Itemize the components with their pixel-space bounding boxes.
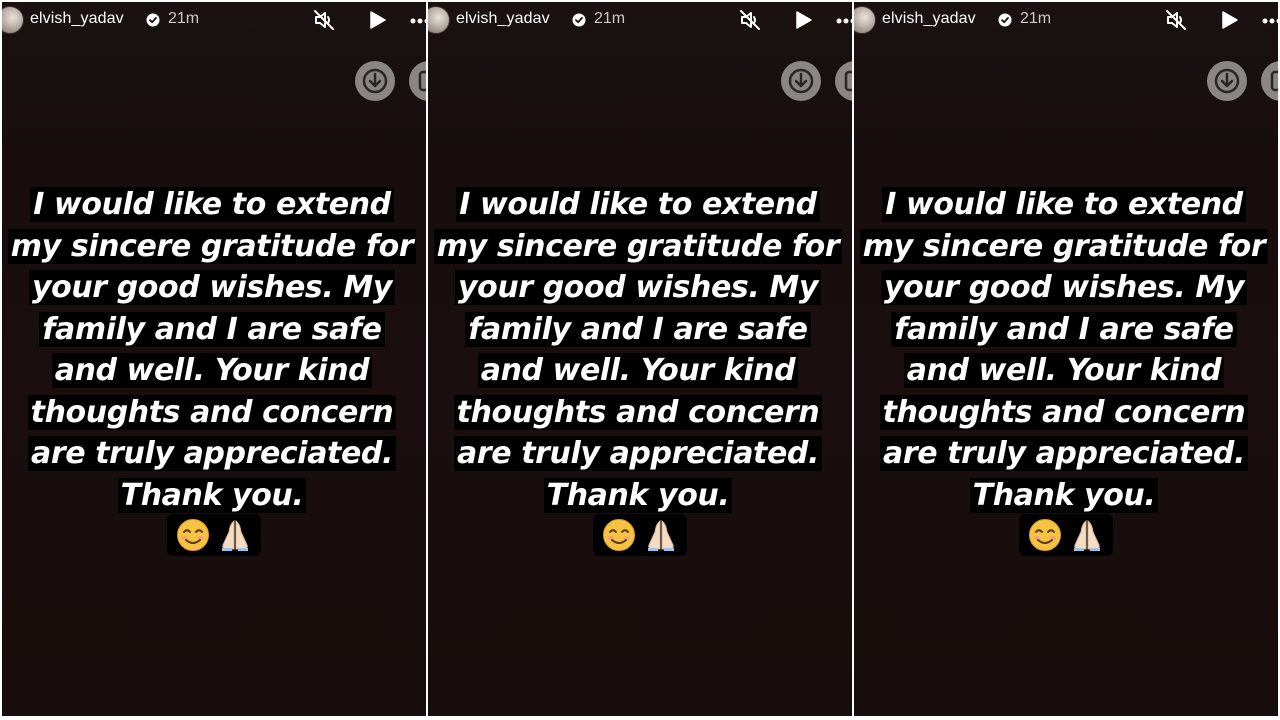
folded-hands-emoji bbox=[647, 519, 674, 551]
story-panel-1: elvish_yadav 21m I would like to extend … bbox=[2, 2, 426, 716]
story-line: are truly appreciated. bbox=[27, 436, 396, 471]
download-icon bbox=[1214, 68, 1240, 94]
story-header: elvish_yadav 21m bbox=[2, 2, 426, 42]
verified-badge-icon bbox=[146, 13, 160, 27]
avatar[interactable] bbox=[854, 6, 876, 34]
story-line: I would like to extend bbox=[882, 187, 1246, 222]
timestamp: 21m bbox=[168, 10, 200, 27]
muted-speaker-icon[interactable] bbox=[738, 8, 762, 32]
smiling-face-emoji bbox=[603, 519, 636, 551]
story-line: family and I are safe bbox=[891, 311, 1237, 347]
story-line: family and I are safe bbox=[39, 311, 385, 347]
play-icon[interactable] bbox=[1218, 9, 1240, 31]
action-button[interactable] bbox=[409, 61, 426, 101]
play-icon[interactable] bbox=[792, 9, 814, 31]
more-options-icon[interactable] bbox=[410, 18, 426, 24]
action-icon bbox=[418, 70, 426, 92]
more-options-icon[interactable] bbox=[836, 18, 852, 24]
action-icon bbox=[844, 70, 852, 92]
story-line: and well. Your kind bbox=[477, 353, 799, 388]
username[interactable]: elvish_yadav bbox=[30, 10, 124, 28]
story-line: my sincere gratitude for bbox=[7, 228, 417, 264]
story-panel-2: elvish_yadav 21m I would like to extend … bbox=[428, 2, 852, 716]
emoji-row bbox=[854, 514, 1278, 556]
username[interactable]: elvish_yadav bbox=[882, 10, 976, 28]
smiling-face-emoji bbox=[1029, 519, 1062, 551]
story-line: your good wishes. My bbox=[880, 270, 1248, 305]
action-button[interactable] bbox=[835, 61, 852, 101]
story-line: are truly appreciated. bbox=[453, 436, 822, 471]
story-line: Thank you. bbox=[117, 477, 307, 513]
download-button[interactable] bbox=[355, 61, 395, 101]
muted-speaker-icon[interactable] bbox=[312, 8, 336, 32]
timestamp: 21m bbox=[1020, 10, 1052, 27]
story-line: I would like to extend bbox=[456, 187, 820, 222]
story-line: Thank you. bbox=[543, 477, 733, 513]
avatar[interactable] bbox=[2, 6, 24, 34]
folded-hands-emoji bbox=[221, 519, 248, 551]
story-collage: elvish_yadav 21m I would like to extend … bbox=[0, 0, 1280, 720]
username[interactable]: elvish_yadav bbox=[456, 10, 550, 28]
timestamp: 21m bbox=[594, 10, 626, 27]
action-button[interactable] bbox=[1261, 61, 1278, 101]
story-line: my sincere gratitude for bbox=[859, 228, 1269, 264]
play-icon[interactable] bbox=[366, 9, 388, 31]
download-icon bbox=[788, 68, 814, 94]
story-line: your good wishes. My bbox=[28, 270, 396, 305]
story-line: are truly appreciated. bbox=[879, 436, 1248, 471]
story-line: and well. Your kind bbox=[51, 353, 373, 388]
story-message: I would like to extend my sincere gratit… bbox=[854, 184, 1278, 516]
story-line: I would like to extend bbox=[30, 187, 394, 222]
story-line: my sincere gratitude for bbox=[433, 228, 843, 264]
story-line: thoughts and concern bbox=[27, 394, 397, 430]
avatar[interactable] bbox=[428, 6, 450, 34]
smiling-face-emoji bbox=[177, 519, 210, 551]
story-line: thoughts and concern bbox=[879, 394, 1249, 430]
verified-badge-icon bbox=[572, 13, 586, 27]
story-line: thoughts and concern bbox=[453, 394, 823, 430]
story-message: I would like to extend my sincere gratit… bbox=[2, 184, 426, 516]
story-header: elvish_yadav 21m bbox=[428, 2, 852, 42]
story-line: and well. Your kind bbox=[903, 353, 1225, 388]
story-line: Thank you. bbox=[969, 477, 1159, 513]
action-icon bbox=[1270, 70, 1278, 92]
story-header: elvish_yadav 21m bbox=[854, 2, 1278, 42]
download-button[interactable] bbox=[1207, 61, 1247, 101]
story-line: family and I are safe bbox=[465, 311, 811, 347]
story-message: I would like to extend my sincere gratit… bbox=[428, 184, 852, 516]
story-line: your good wishes. My bbox=[454, 270, 822, 305]
emoji-row bbox=[2, 514, 426, 556]
emoji-row bbox=[428, 514, 852, 556]
verified-badge-icon bbox=[998, 13, 1012, 27]
muted-speaker-icon[interactable] bbox=[1164, 8, 1188, 32]
more-options-icon[interactable] bbox=[1262, 18, 1278, 24]
story-panel-3: elvish_yadav 21m I would like to extend … bbox=[854, 2, 1278, 716]
download-icon bbox=[362, 68, 388, 94]
folded-hands-emoji bbox=[1073, 519, 1100, 551]
download-button[interactable] bbox=[781, 61, 821, 101]
